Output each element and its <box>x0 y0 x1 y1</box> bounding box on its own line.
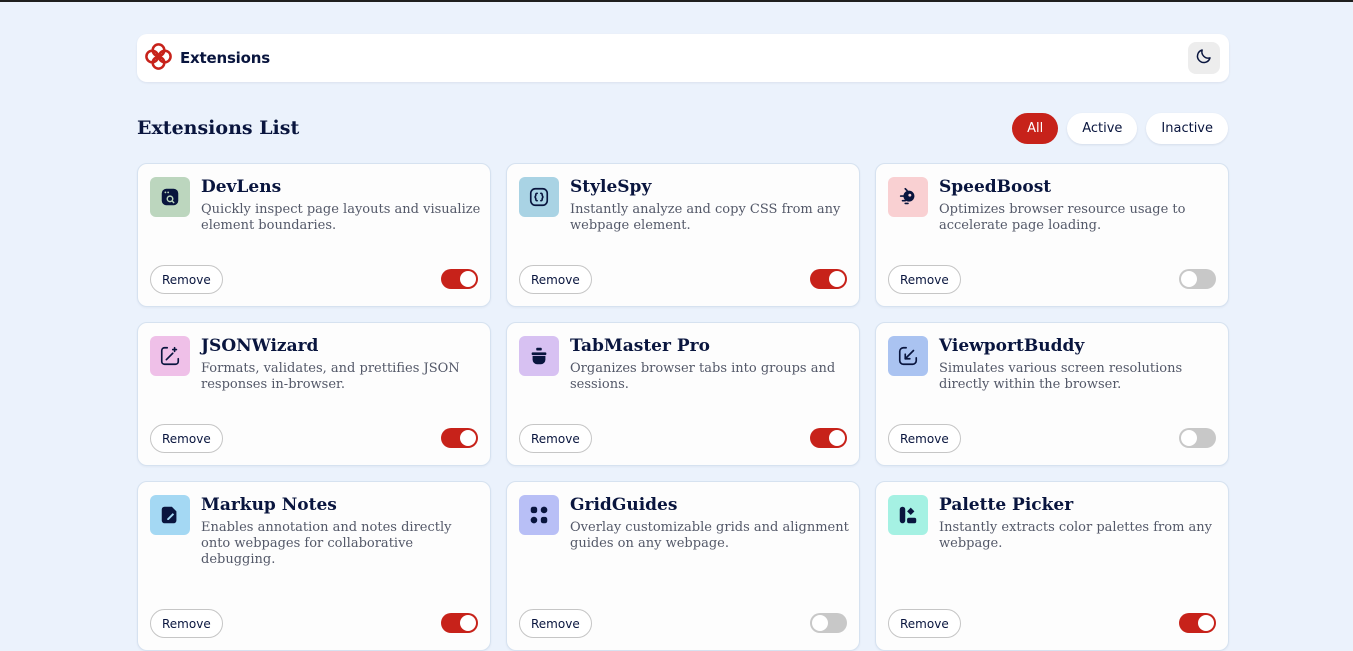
active-toggle[interactable] <box>441 428 478 448</box>
moon-icon <box>1195 47 1213 69</box>
extension-name: Palette Picker <box>939 495 1074 515</box>
extension-card: JSONWizard Formats, validates, and prett… <box>137 322 491 466</box>
extension-name: TabMaster Pro <box>570 336 710 356</box>
toggle-knob <box>829 430 845 446</box>
toggle-knob <box>1181 430 1197 446</box>
remove-button[interactable]: Remove <box>150 424 223 453</box>
extension-description: Overlay customizable grids and alignment… <box>570 520 849 551</box>
extension-name: ViewportBuddy <box>939 336 1085 356</box>
filter-active-button[interactable]: Active <box>1067 113 1138 144</box>
extension-description: Optimizes browser resource usage to acce… <box>939 202 1186 233</box>
toggle-knob <box>829 271 845 287</box>
grid-icon <box>519 495 559 535</box>
active-toggle[interactable] <box>1179 428 1216 448</box>
active-toggle[interactable] <box>441 269 478 289</box>
page-title: Extensions List <box>137 117 300 139</box>
remove-button[interactable]: Remove <box>888 424 961 453</box>
active-toggle[interactable] <box>441 613 478 633</box>
extension-description: Organizes browser tabs into groups and s… <box>570 361 836 392</box>
active-toggle[interactable] <box>1179 269 1216 289</box>
extension-card: DevLens Quickly inspect page layouts and… <box>137 163 491 307</box>
remove-button[interactable]: Remove <box>150 265 223 294</box>
extension-description: Simulates various screen resolutions dir… <box>939 361 1183 392</box>
filter-group: All Active Inactive <box>1012 113 1228 144</box>
extension-name: DevLens <box>201 177 282 197</box>
active-toggle[interactable] <box>810 269 847 289</box>
extension-name: JSONWizard <box>201 336 319 356</box>
extension-name: Markup Notes <box>201 495 337 515</box>
code-braces-icon <box>519 177 559 217</box>
toggle-knob <box>460 271 476 287</box>
filter-all-button[interactable]: All <box>1012 113 1059 144</box>
extension-card: Markup Notes Enables annotation and note… <box>137 481 491 651</box>
browser-search-icon <box>150 177 190 217</box>
extension-description: Formats, validates, and prettifies JSON … <box>201 361 460 392</box>
viewport-icon <box>888 336 928 376</box>
extension-card: GridGuides Overlay customizable grids an… <box>506 481 860 651</box>
extension-card: TabMaster Pro Organizes browser tabs int… <box>506 322 860 466</box>
extension-name: StyleSpy <box>570 177 652 197</box>
palette-icon <box>888 495 928 535</box>
remove-button[interactable]: Remove <box>519 424 592 453</box>
note-pen-icon <box>150 495 190 535</box>
extension-card: Palette Picker Instantly extracts color … <box>875 481 1229 651</box>
extension-card: StyleSpy Instantly analyze and copy CSS … <box>506 163 860 307</box>
brand[interactable]: Extensions <box>144 42 270 75</box>
extension-description: Enables annotation and notes directly on… <box>201 520 452 567</box>
theme-toggle-button[interactable] <box>1188 42 1220 74</box>
extension-description: Instantly extracts color palettes from a… <box>939 520 1212 551</box>
remove-button[interactable]: Remove <box>519 265 592 294</box>
extension-name: GridGuides <box>570 495 678 515</box>
logo-icon <box>144 42 173 75</box>
extension-name: SpeedBoost <box>939 177 1052 197</box>
extensions-grid: DevLens Quickly inspect page layouts and… <box>137 163 1229 651</box>
remove-button[interactable]: Remove <box>519 609 592 638</box>
extension-description: Instantly analyze and copy CSS from any … <box>570 202 841 233</box>
filter-inactive-button[interactable]: Inactive <box>1146 113 1228 144</box>
remove-button[interactable]: Remove <box>888 609 961 638</box>
active-toggle[interactable] <box>810 613 847 633</box>
extension-card: SpeedBoost Optimizes browser resource us… <box>875 163 1229 307</box>
magic-wand-icon <box>150 336 190 376</box>
remove-button[interactable]: Remove <box>888 265 961 294</box>
toggle-knob <box>1181 271 1197 287</box>
app-header: Extensions <box>137 34 1229 82</box>
active-toggle[interactable] <box>1179 613 1216 633</box>
rocket-icon <box>888 177 928 217</box>
active-toggle[interactable] <box>810 428 847 448</box>
extension-description: Quickly inspect page layouts and visuali… <box>201 202 481 233</box>
remove-button[interactable]: Remove <box>150 609 223 638</box>
brand-name: Extensions <box>180 49 270 67</box>
tabs-icon <box>519 336 559 376</box>
toggle-knob <box>460 430 476 446</box>
extension-card: ViewportBuddy Simulates various screen r… <box>875 322 1229 466</box>
